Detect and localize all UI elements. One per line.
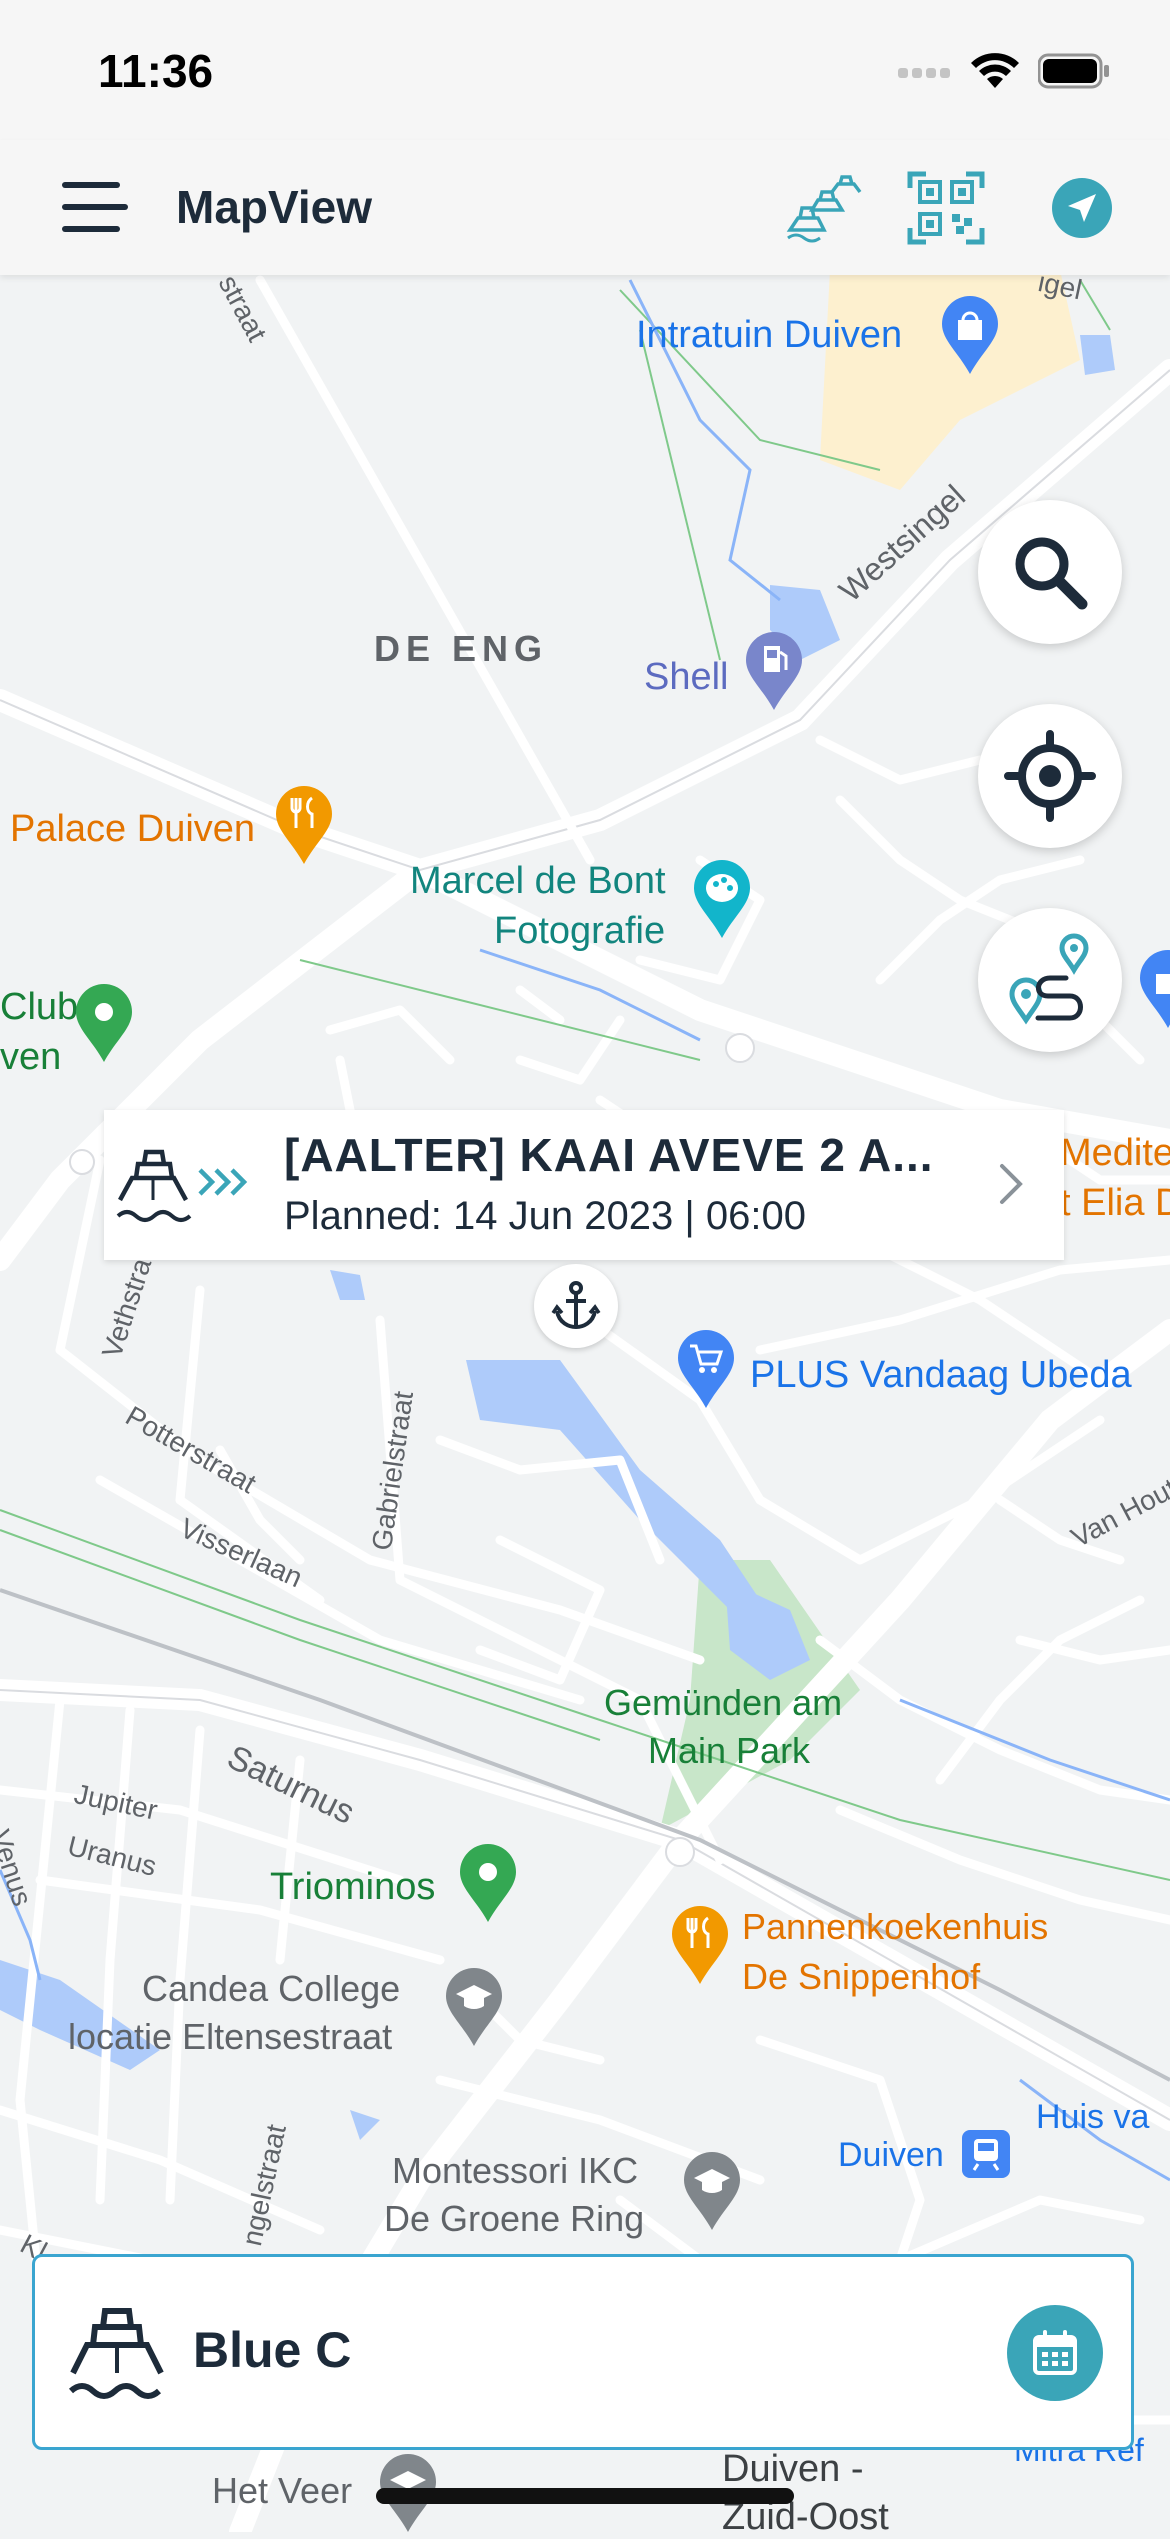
route-button[interactable]	[978, 908, 1122, 1052]
water-pond-ne	[1080, 335, 1115, 375]
wifi-icon	[971, 53, 1019, 88]
voyage-info-card[interactable]: [AALTER] KAAI AVEVE 2 A... Planned: 14 J…	[104, 1110, 1064, 1260]
palette-pin-icon[interactable]	[690, 858, 754, 945]
map-label-candea-2[interactable]: locatie Eltensestraat	[68, 2016, 392, 2058]
locate-me-button[interactable]	[978, 704, 1122, 848]
park-green-pin-icon[interactable]	[456, 1842, 520, 1929]
status-icons	[898, 52, 1110, 90]
qr-scan-icon[interactable]	[906, 168, 986, 248]
calendar-icon	[1033, 2330, 1077, 2375]
shopping-cart-pin-icon[interactable]	[674, 1328, 738, 1415]
anchor-location-marker[interactable]	[534, 1264, 618, 1348]
map-label-area: DE ENG	[374, 628, 549, 669]
route-icon	[1009, 933, 1089, 1025]
crosshair-location-icon	[1004, 730, 1096, 822]
home-indicator[interactable]	[376, 2488, 794, 2504]
map-label-duiven-station[interactable]: Duiven	[838, 2136, 944, 2175]
train-station-icon[interactable]	[962, 2130, 1010, 2183]
ship-icon	[68, 2308, 164, 2399]
restaurant-pin-icon[interactable]	[272, 784, 336, 871]
map-label-marcel-2[interactable]: Fotografie	[494, 910, 665, 953]
top-navigation-bar: MapView	[0, 140, 1170, 275]
map-label-montessori-1[interactable]: Montessori IKC	[392, 2150, 638, 2192]
search-button[interactable]	[978, 500, 1122, 644]
park-pin-icon[interactable]	[72, 982, 136, 1069]
fleet-ships-icon[interactable]	[784, 168, 864, 248]
school-pin-icon[interactable]	[442, 1966, 506, 2053]
map-label-club-2[interactable]: ven	[0, 1036, 61, 1079]
shopping-bag-pin-icon-2[interactable]	[1136, 948, 1170, 1035]
ship-arrows-icon	[116, 1149, 248, 1222]
vessel-selector-card[interactable]: Blue C	[32, 2254, 1134, 2450]
map-label-pannen-2[interactable]: De Snippenhof	[742, 1956, 980, 1998]
map-label-medite-2[interactable]: t Elia D	[1060, 1182, 1170, 1225]
map-label-medite-1[interactable]: Medite	[1060, 1132, 1170, 1175]
map-label-gemunden-2[interactable]: Main Park	[648, 1730, 810, 1772]
map-label-marcel-1[interactable]: Marcel de Bont	[410, 860, 666, 903]
battery-icon	[1038, 53, 1109, 89]
cellular-signal-icon	[898, 68, 950, 78]
map-label-candea-1[interactable]: Candea College	[142, 1968, 400, 2010]
voyage-title: [AALTER] KAAI AVEVE 2 A...	[284, 1129, 934, 1181]
map-label-montessori-2[interactable]: De Groene Ring	[384, 2198, 644, 2240]
voyage-planned-time: Planned: 14 Jun 2023 | 06:00	[284, 1194, 806, 1238]
vessel-name: Blue C	[193, 2322, 352, 2378]
map-label-palace[interactable]: Palace Duiven	[10, 808, 255, 851]
map-label-club-1[interactable]: Club	[0, 986, 78, 1029]
map-label-triominos[interactable]: Triominos	[270, 1866, 435, 1909]
map-label-gemunden-1[interactable]: Gemünden am	[604, 1682, 842, 1724]
anchor-icon	[551, 1281, 601, 1330]
status-time: 11:36	[98, 45, 214, 97]
map-label-plus[interactable]: PLUS Vandaag Ubeda	[750, 1354, 1132, 1397]
map-label-pannen-1[interactable]: Pannenkoekenhuis	[742, 1906, 1048, 1948]
search-icon	[1015, 537, 1088, 610]
chevron-right-icon[interactable]	[996, 1160, 1026, 1208]
map-label-huis[interactable]: Huis va	[1036, 2098, 1149, 2137]
restaurant-pin-icon-2[interactable]	[668, 1904, 732, 1991]
map-label-het-veer[interactable]: Het Veer	[212, 2470, 352, 2512]
status-bar: 11:36	[0, 0, 1170, 140]
map-label-intratuin[interactable]: Intratuin Duiven	[636, 314, 902, 357]
navigate-arrow-icon[interactable]	[1042, 168, 1122, 248]
gas-station-pin-icon[interactable]	[742, 630, 806, 717]
hamburger-menu-icon[interactable]	[56, 176, 132, 240]
page-title: MapView	[176, 181, 372, 233]
calendar-button[interactable]	[1007, 2305, 1103, 2401]
shopping-bag-pin-icon[interactable]	[938, 294, 1002, 381]
map-label-duiven-zuid-1[interactable]: Duiven -	[722, 2448, 864, 2491]
school-pin-icon-2[interactable]	[680, 2150, 744, 2237]
map-label-shell[interactable]: Shell	[644, 656, 729, 699]
